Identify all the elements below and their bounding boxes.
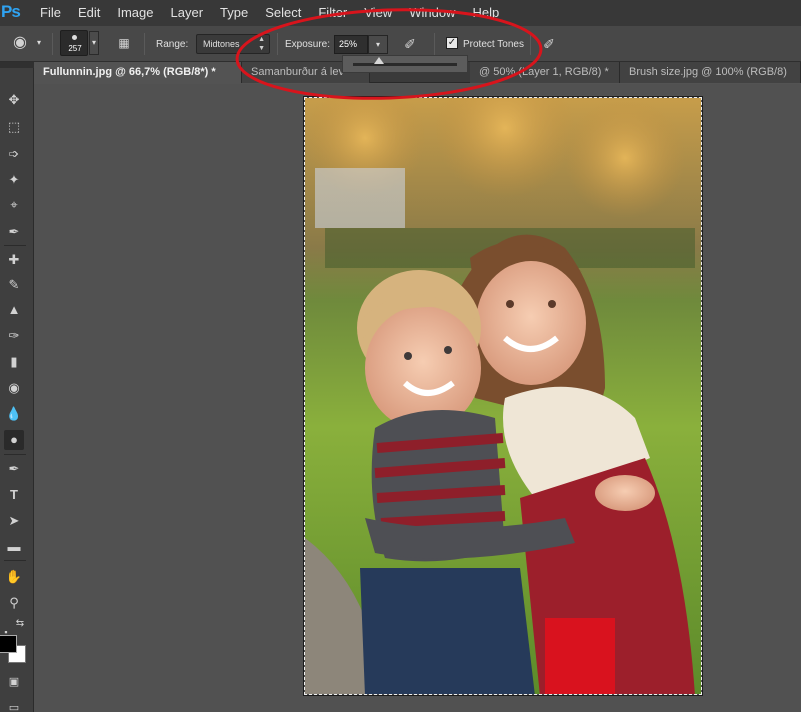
clone-stamp-icon[interactable]: ▲ [4, 300, 24, 320]
history-brush-icon[interactable]: ✑ [4, 326, 24, 346]
healing-brush-icon[interactable]: ✚ [4, 250, 24, 270]
divider [434, 33, 435, 55]
paint-bucket-icon[interactable]: ◉ [4, 378, 24, 398]
tab-brush-size[interactable]: Brush size.jpg @ 100% (RGB/8) [620, 62, 801, 83]
pressure-size-icon[interactable]: ✐ [539, 34, 559, 54]
eraser-icon[interactable]: ▮ [4, 352, 24, 372]
menu-window[interactable]: Window [409, 0, 472, 26]
brush-tool-icon[interactable]: ✎ [4, 275, 24, 295]
exposure-slider-thumb[interactable] [374, 57, 384, 64]
brush-panel-toggle-icon[interactable]: ▦ [114, 33, 134, 53]
dodge-tool-icon[interactable]: ● [4, 430, 24, 450]
path-selection-icon[interactable]: ➤ [4, 511, 24, 531]
menu-file[interactable]: File [40, 0, 78, 26]
divider [144, 33, 145, 55]
menu-image[interactable]: Image [117, 0, 170, 26]
protect-tones-label: Protect Tones [463, 38, 524, 50]
photo-children-hugging [305, 98, 701, 694]
menu-layer[interactable]: Layer [171, 0, 221, 26]
type-tool-icon[interactable]: T [4, 485, 24, 505]
menu-type[interactable]: Type [220, 0, 265, 26]
divider [4, 560, 26, 561]
blur-tool-icon[interactable]: 💧 [4, 404, 24, 424]
eyedropper-icon[interactable]: ✒ [4, 222, 24, 242]
tab-fullunnin[interactable]: Fullunnin.jpg @ 66,7% (RGB/8*) * [34, 62, 242, 83]
menu-items: File Edit Image Layer Type Select Filter View Wi… [40, 0, 516, 26]
document-canvas[interactable] [303, 96, 703, 696]
exposure-input[interactable]: 25% [334, 35, 368, 54]
hand-tool-icon[interactable]: ✋ [4, 567, 24, 587]
menu-select[interactable]: Select [265, 0, 318, 26]
move-tool-icon[interactable]: ✥ [4, 90, 24, 110]
tools-panel: ✥ ⬚ ➩ ✦ ⌖ ✒ ✚ ✎ ▲ ✑ ▮ ◉ 💧 ● ✒ T ➤ ▬ ✋ ⚲ … [0, 62, 34, 712]
zoom-tool-icon[interactable]: ⚲ [4, 593, 24, 613]
protect-tones-checkbox[interactable]: ✓ [446, 37, 458, 49]
rectangle-tool-icon[interactable]: ▬ [4, 537, 24, 557]
range-label: Range: [156, 38, 189, 50]
tool-preset-chevron-icon[interactable]: ▾ [34, 32, 44, 56]
exposure-slider-popup [342, 55, 468, 73]
tab-layer1[interactable]: @ 50% (Layer 1, RGB/8) * [470, 62, 620, 83]
divider [4, 245, 26, 246]
screen-mode-icon[interactable]: ▭ [4, 698, 24, 712]
menu-view[interactable]: View [364, 0, 409, 26]
divider [4, 454, 26, 455]
range-select[interactable]: Midtones ▲ ▼ [196, 34, 270, 54]
brush-dropdown-chevron-icon[interactable]: ▾ [89, 31, 99, 55]
panel-grip[interactable] [0, 62, 34, 68]
photoshop-logo: Ps [1, 2, 21, 21]
divider [52, 33, 53, 55]
quick-mask-icon[interactable]: ▣ [4, 672, 24, 692]
magic-wand-icon[interactable]: ✦ [4, 170, 24, 190]
brush-preset-picker[interactable]: 257 [60, 30, 88, 56]
pen-tool-icon[interactable]: ✒ [4, 459, 24, 479]
menu-help[interactable]: Help [472, 0, 516, 26]
menu-filter[interactable]: Filter [318, 0, 364, 26]
divider [530, 33, 531, 55]
foreground-color-swatch[interactable] [0, 635, 17, 653]
range-value: Midtones [203, 39, 240, 49]
menu-edit[interactable]: Edit [78, 0, 117, 26]
divider [277, 33, 278, 55]
lasso-tool-icon[interactable]: ➩ [4, 144, 24, 164]
marquee-tool-icon[interactable]: ⬚ [4, 117, 24, 137]
brush-size: 257 [68, 44, 82, 53]
select-arrows-icon: ▲ ▼ [258, 36, 265, 52]
brush-tip-icon [72, 35, 77, 40]
menu-bar: Ps File Edit Image Layer Type Select Filter Vie… [0, 0, 801, 26]
crop-tool-icon[interactable]: ⌖ [4, 195, 24, 215]
exposure-label: Exposure: [285, 38, 331, 50]
airbrush-icon[interactable]: ✐ [400, 34, 420, 54]
exposure-slider-track[interactable] [353, 63, 457, 66]
dodge-tool-icon[interactable]: ◉ [10, 33, 30, 53]
exposure-dropdown-chevron-icon[interactable]: ▾ [368, 35, 388, 54]
